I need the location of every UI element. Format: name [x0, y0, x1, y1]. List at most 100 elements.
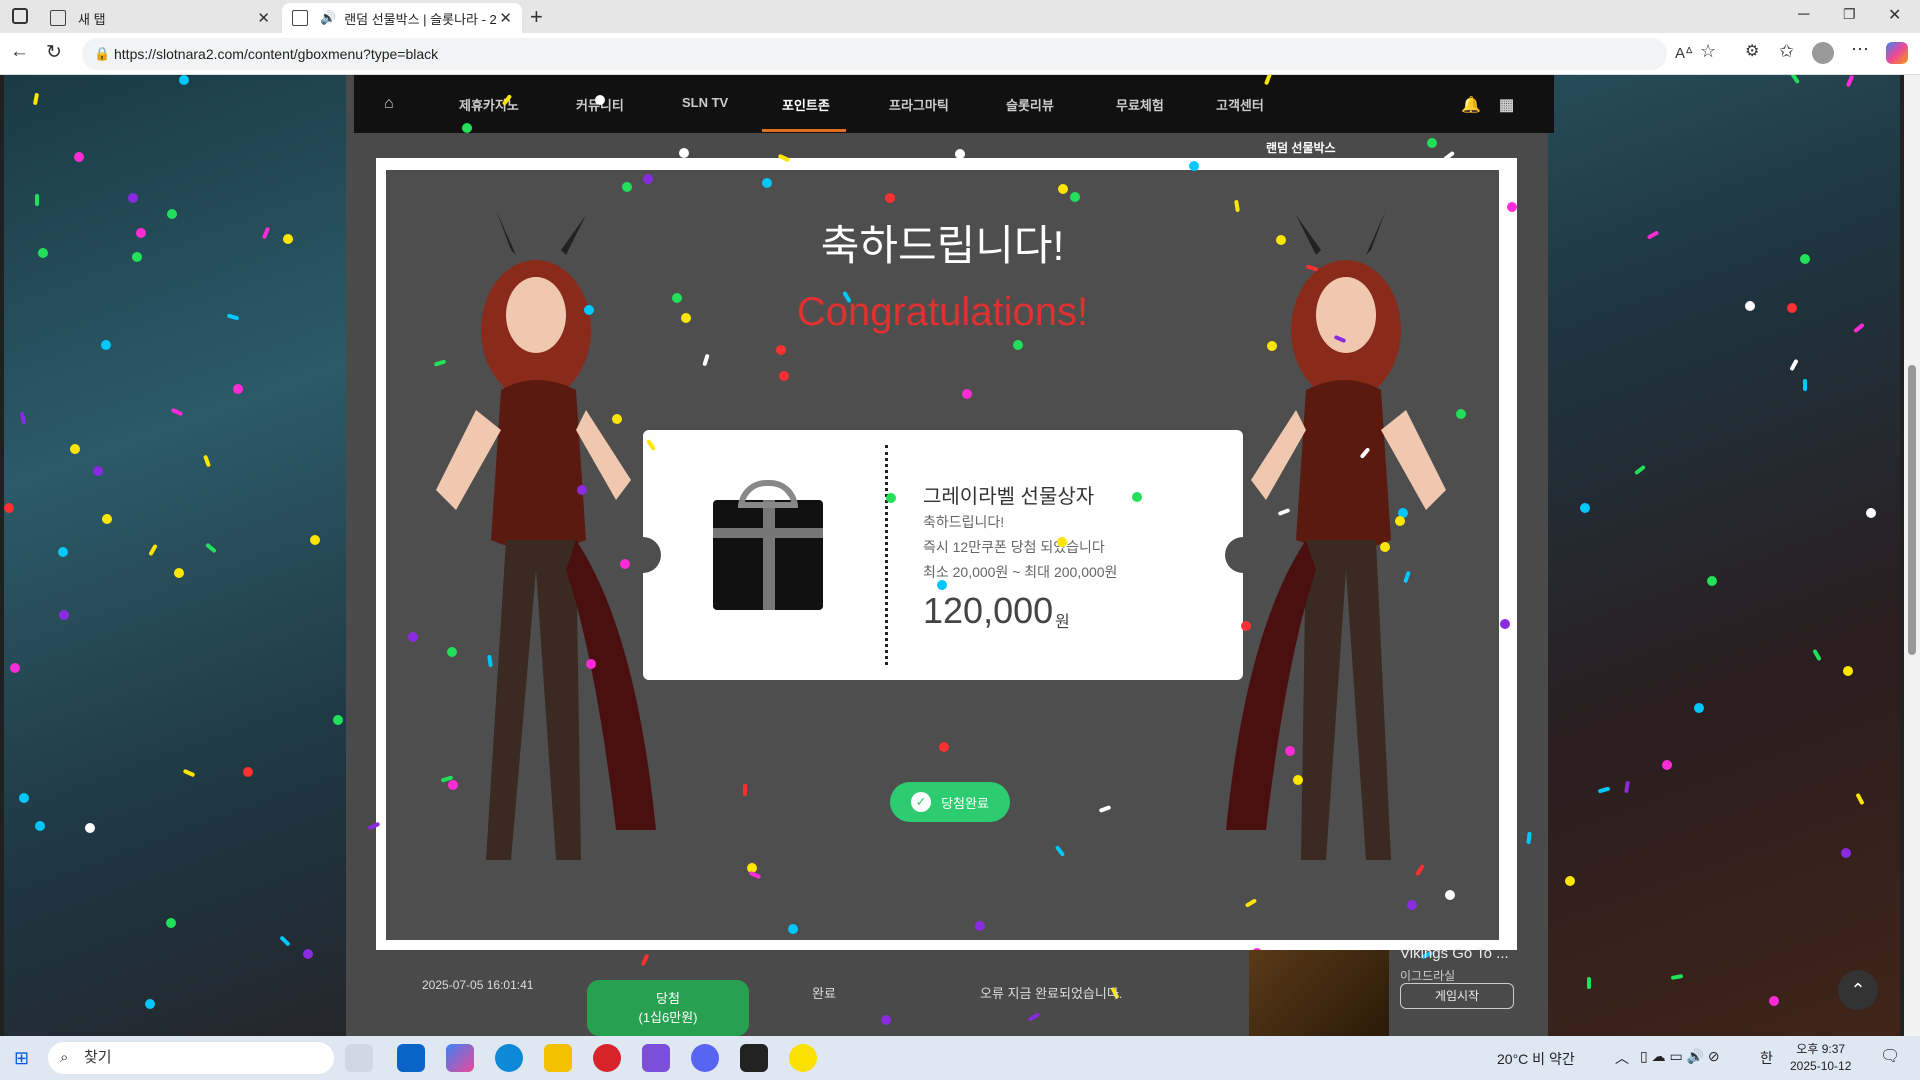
ticket-notch — [1225, 537, 1261, 573]
confetti-piece — [1812, 648, 1822, 662]
task-view-icon[interactable] — [345, 1044, 373, 1072]
confetti-piece — [1634, 464, 1646, 476]
confetti-piece — [1565, 876, 1575, 886]
history-status: 완료 — [812, 986, 836, 1001]
nav-item[interactable]: 제휴카지노 — [459, 95, 519, 114]
confetti-piece — [233, 384, 243, 394]
confetti-piece — [1745, 301, 1755, 311]
confetti-piece — [203, 454, 211, 468]
prize-congrats: 축하드립니다! — [923, 514, 1005, 530]
file-explorer-icon[interactable] — [544, 1044, 572, 1072]
nav-item[interactable]: 커뮤니티 — [576, 95, 624, 114]
confetti-piece — [10, 663, 20, 673]
tray-chevron-icon[interactable]: ︿ — [1615, 1048, 1629, 1068]
confetti-piece — [1853, 322, 1865, 334]
confetti-piece — [283, 234, 293, 244]
confetti-piece — [179, 75, 189, 85]
close-tab-icon[interactable]: ✕ — [257, 9, 270, 27]
confetti-piece — [19, 793, 29, 803]
confetti-piece — [1662, 760, 1672, 770]
confetti-piece — [1789, 358, 1799, 372]
ime-indicator[interactable]: 한 — [1760, 1048, 1773, 1068]
confetti-piece — [310, 535, 320, 545]
clock-time: 오후 9:37 — [1796, 1042, 1846, 1056]
confetti-piece — [170, 407, 184, 417]
bell-icon[interactable]: 🔔 — [1461, 95, 1481, 115]
more-menu-icon[interactable]: ⋯ — [1851, 39, 1869, 60]
tab-new[interactable]: 새 탭 ✕ — [40, 3, 280, 33]
prize-modal: 축하드립니다! Congratulations! 그레이라벨 선물상자 축하드립… — [386, 170, 1499, 940]
confetti-piece — [1707, 576, 1717, 586]
favorite-star-icon[interactable]: ☆ — [1700, 41, 1716, 62]
favorites-icon[interactable]: ✩ — [1779, 41, 1794, 62]
app-icon-purple[interactable] — [642, 1044, 670, 1072]
nav-item[interactable]: 슬롯리뷰 — [1006, 95, 1054, 114]
copilot-app-icon[interactable] — [446, 1044, 474, 1072]
game-start-button[interactable]: 게임시작 — [1400, 983, 1514, 1009]
discord-icon[interactable] — [691, 1044, 719, 1072]
side-title: 랜덤 선물박스 — [1266, 141, 1336, 155]
claim-complete-button[interactable]: ✓ 당첨완료 — [890, 782, 1010, 822]
back-icon[interactable]: ← — [10, 41, 29, 63]
nav-item[interactable]: 프라그마틱 — [889, 95, 949, 114]
minimize-button[interactable]: ─ — [1798, 6, 1809, 24]
lock-icon[interactable]: 🔒 — [94, 38, 110, 70]
extensions-icon[interactable]: ⚙ — [1745, 41, 1759, 61]
page-scrollbar[interactable] — [1904, 75, 1920, 1036]
restore-button[interactable]: ❐ — [1843, 6, 1856, 23]
url-field[interactable]: 🔒 https://slotnara2.com/content/gboxmenu… — [82, 38, 1667, 70]
close-window-button[interactable]: ✕ — [1888, 5, 1901, 25]
tab-bar: 새 탭 ✕ 🔊 랜덤 선물박스 | 슬롯나라 - 2 ✕ + ─ ❐ ✕ — [0, 0, 1920, 33]
taskbar-search[interactable]: ⌕ 찾기 — [48, 1042, 334, 1074]
game-thumbnail[interactable] — [1249, 950, 1389, 1036]
speaker-icon[interactable]: 🔊 — [320, 10, 336, 26]
notification-icon[interactable]: 🗨 — [1880, 1046, 1900, 1066]
new-tab-button[interactable]: + — [530, 4, 543, 30]
confetti-piece — [1646, 230, 1660, 240]
copilot-icon[interactable] — [1886, 42, 1908, 64]
kakaotalk-icon[interactable] — [789, 1044, 817, 1072]
confetti-piece — [1769, 996, 1779, 1006]
game-launcher-icon[interactable] — [740, 1044, 768, 1072]
prize-ticket: 그레이라벨 선물상자 축하드립니다! 즉시 12만쿠폰 당첨 되었습니다 최소 … — [625, 430, 1261, 680]
windows-start-icon[interactable]: ⊞ — [14, 1048, 29, 1069]
gift-ribbon — [713, 528, 823, 538]
tray-icons[interactable]: ▯ ☁ ▭ 🔊 ⊘ — [1640, 1048, 1720, 1065]
scrollbar-thumb[interactable] — [1908, 365, 1916, 655]
confetti-piece — [1580, 503, 1590, 513]
confetti-piece — [182, 768, 196, 778]
tab-active[interactable]: 🔊 랜덤 선물박스 | 슬롯나라 - 2 ✕ — [282, 3, 522, 33]
check-icon: ✓ — [911, 792, 932, 812]
weather-text[interactable]: 20°C 비 약간 — [1497, 1049, 1575, 1069]
prize-amount-unit: 원 — [1055, 614, 1070, 631]
clock[interactable]: 오후 9:37 2025-10-12 — [1790, 1041, 1851, 1075]
nav-item-active[interactable]: 포인트존 — [782, 95, 830, 114]
tab-actions-icon[interactable] — [12, 8, 28, 24]
read-aloud-icon[interactable]: Aᐞ — [1675, 44, 1693, 62]
edge-icon[interactable] — [495, 1044, 523, 1072]
confetti-piece — [1787, 303, 1797, 313]
grid-menu-icon[interactable]: ▦ — [1499, 95, 1514, 115]
ticket-perforation — [885, 445, 888, 665]
close-tab-icon[interactable]: ✕ — [499, 9, 512, 27]
nav-item[interactable]: 무료체험 — [1116, 95, 1164, 114]
game-title: Vikings Go To ... — [1400, 945, 1509, 962]
confetti-piece — [93, 466, 103, 476]
app-icon-red[interactable] — [593, 1044, 621, 1072]
refresh-icon[interactable]: ↻ — [46, 41, 62, 64]
scroll-to-top-button[interactable]: ⌃ — [1838, 970, 1878, 1010]
history-date: 2025-07-05 16:01:41 — [422, 978, 534, 992]
nav-item[interactable]: 고객센터 — [1216, 95, 1264, 114]
outlook-icon[interactable] — [397, 1044, 425, 1072]
home-icon[interactable]: ⌂ — [384, 95, 394, 113]
prize-name: 그레이라벨 선물상자 — [923, 486, 1095, 508]
game-provider: 이그드라실 — [1400, 969, 1456, 983]
title-english: Congratulations! — [796, 290, 1089, 334]
address-bar: ← ↻ 🔒 https://slotnara2.com/content/gbox… — [0, 33, 1920, 75]
confetti-piece — [226, 313, 240, 321]
confetti-piece — [1855, 792, 1865, 806]
confetti-piece — [174, 568, 184, 578]
confetti-piece — [19, 411, 27, 425]
nav-item[interactable]: SLN TV — [682, 95, 728, 110]
profile-avatar[interactable] — [1812, 42, 1834, 64]
